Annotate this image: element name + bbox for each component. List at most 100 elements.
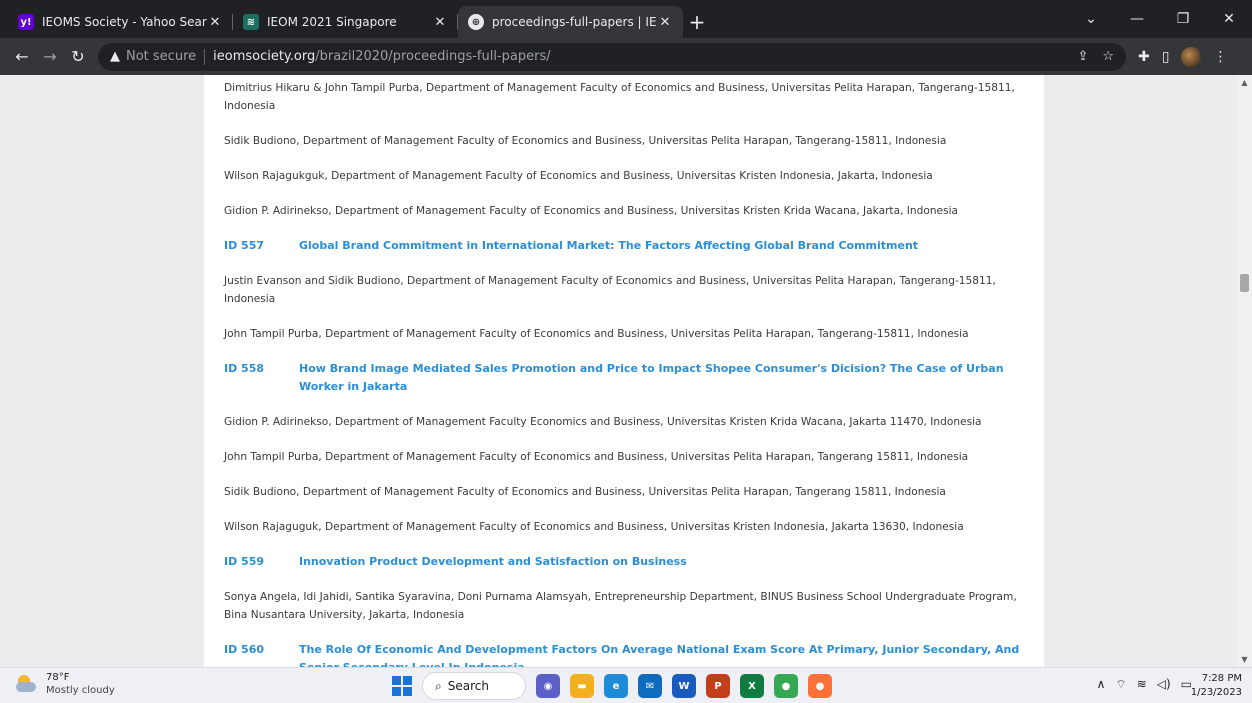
- clock-date: 1/23/2023: [1190, 687, 1242, 698]
- tab-search-icon[interactable]: ⌄: [1068, 0, 1114, 38]
- word-icon[interactable]: W: [672, 674, 696, 698]
- author-text: Dimitrius Hikaru & John Tampil Purba, De…: [224, 82, 1015, 112]
- profile-avatar[interactable]: [1181, 46, 1202, 67]
- proceedings-content: Dimitrius Hikaru & John Tampil Purba, De…: [204, 75, 1044, 667]
- author-affiliation: Wilson Rajaguguk, Department of Manageme…: [224, 518, 1044, 536]
- author-affiliation: Justin Evanson and Sidik Budiono, Depart…: [224, 272, 1044, 308]
- paper-title-link[interactable]: The Role Of Economic And Development Fac…: [299, 641, 1024, 667]
- omnibox-actions: ⇪ ☆: [1077, 49, 1114, 64]
- new-tab-button[interactable]: +: [683, 6, 711, 38]
- meet-icon[interactable]: ◉: [536, 674, 560, 698]
- author-text: John Tampil Purba, Department of Managem…: [224, 451, 969, 463]
- author-text: Sidik Budiono, Department of Management …: [224, 135, 947, 147]
- page-viewport: Dimitrius Hikaru & John Tampil Purba, De…: [0, 75, 1237, 667]
- restore-icon[interactable]: ❐: [1160, 0, 1206, 38]
- paper-id: ID 558: [224, 362, 265, 375]
- extensions-area: ✚ ▯ ⋮: [1138, 46, 1227, 67]
- clock-time: 7:28 PM: [1201, 673, 1242, 684]
- tab-title: IEOM 2021 Singapore: [267, 15, 397, 29]
- security-label[interactable]: Not secure: [126, 49, 196, 64]
- paper-entry[interactable]: ID 559 Innovation Product Development and…: [224, 553, 1044, 571]
- side-panel-icon[interactable]: ▯: [1162, 49, 1170, 65]
- kebab-menu-icon[interactable]: ⋮: [1213, 49, 1227, 65]
- author-text: Wilson Rajagukguk, Department of Managem…: [224, 170, 933, 182]
- url-path: /brazil2020/proceedings-full-papers/: [315, 49, 551, 64]
- author-text: Justin Evanson and Sidik Budiono, Depart…: [224, 275, 996, 305]
- scroll-down-arrow-icon[interactable]: ▼: [1237, 652, 1252, 667]
- reload-icon[interactable]: ↻: [64, 43, 92, 71]
- windows-start-icon[interactable]: [392, 676, 412, 696]
- divider: [204, 48, 206, 65]
- browser-toolbar: ← → ↻ ▲ Not secure ieomsociety.org /braz…: [0, 38, 1252, 75]
- close-tab-icon[interactable]: ✕: [657, 15, 673, 30]
- author-affiliation: John Tampil Purba, Department of Managem…: [224, 448, 1044, 466]
- weather-temperature: 78°F: [46, 672, 70, 683]
- author-affiliation: Wilson Rajagukguk, Department of Managem…: [224, 167, 1044, 185]
- back-arrow-icon[interactable]: ←: [8, 43, 36, 71]
- tab-title: IEOMS Society - Yahoo Search Re: [42, 15, 207, 29]
- edge-icon[interactable]: e: [604, 674, 628, 698]
- close-window-icon[interactable]: ✕: [1206, 0, 1252, 38]
- file-explorer-icon[interactable]: ▬: [570, 674, 594, 698]
- globe-icon: ⊕: [468, 14, 484, 30]
- paper-title-link[interactable]: Innovation Product Development and Satis…: [299, 553, 1024, 571]
- author-text: Wilson Rajaguguk, Department of Manageme…: [224, 521, 964, 533]
- paper-entry[interactable]: ID 558 How Brand Image Mediated Sales Pro…: [224, 360, 1044, 396]
- paper-title-link[interactable]: Global Brand Commitment in International…: [299, 237, 1024, 255]
- author-text: Gidion P. Adirinekso, Department of Mana…: [224, 416, 982, 428]
- close-tab-icon[interactable]: ✕: [207, 15, 223, 30]
- ieom-icon: ≋: [243, 14, 259, 30]
- firefox-icon[interactable]: ●: [808, 674, 832, 698]
- taskbar-search-box[interactable]: ⌕ Search: [422, 672, 526, 700]
- tab-yahoo-search[interactable]: y! IEOMS Society - Yahoo Search Re ✕: [8, 6, 233, 38]
- powerpoint-icon[interactable]: P: [706, 674, 730, 698]
- network-icon[interactable]: ⌔: [1115, 677, 1126, 692]
- weather-widget[interactable]: 78°F Mostly cloudy: [14, 671, 115, 697]
- url-host: ieomsociety.org: [213, 49, 316, 64]
- yahoo-icon: y!: [18, 14, 34, 30]
- mail-icon[interactable]: ✉: [638, 674, 662, 698]
- forward-arrow-icon[interactable]: →: [36, 43, 64, 71]
- chrome-icon[interactable]: ●: [774, 674, 798, 698]
- share-icon[interactable]: ⇪: [1077, 49, 1088, 64]
- author-affiliation: Gidion P. Adirinekso, Department of Mana…: [224, 413, 1044, 431]
- paper-id: ID 557: [224, 239, 265, 252]
- warning-triangle-icon[interactable]: ▲: [110, 49, 120, 64]
- author-text: John Tampil Purba, Department of Managem…: [224, 328, 969, 340]
- author-affiliation: Sonya Angela, Idi Jahidi, Santika Syarav…: [224, 588, 1044, 624]
- weather-condition: Mostly cloudy: [46, 685, 115, 696]
- author-affiliation: Sidik Budiono, Department of Management …: [224, 132, 1044, 150]
- author-text: Sidik Budiono, Department of Management …: [224, 486, 946, 498]
- page-scrollbar[interactable]: ▲ ▼: [1237, 75, 1252, 667]
- paper-title-link[interactable]: How Brand Image Mediated Sales Promotion…: [299, 360, 1024, 396]
- author-text: Sonya Angela, Idi Jahidi, Santika Syarav…: [224, 591, 1017, 621]
- bookmark-star-icon[interactable]: ☆: [1102, 49, 1114, 64]
- system-tray: ∧ ⌔ ≋ ◁) ▭: [1097, 677, 1192, 692]
- windows-taskbar: 78°F Mostly cloudy ⌕ Search ◉ ▬ e ✉ W P X ● ● ∧ …: [0, 667, 1252, 703]
- author-text: Gidion P. Adirinekso, Department of Mana…: [224, 205, 959, 217]
- scroll-up-arrow-icon[interactable]: ▲: [1237, 75, 1252, 90]
- wifi-icon[interactable]: ≋: [1137, 677, 1147, 692]
- paper-entry[interactable]: ID 557 Global Brand Commitment in Interna…: [224, 237, 1044, 255]
- paper-id: ID 559: [224, 555, 265, 568]
- extensions-puzzle-icon[interactable]: ✚: [1138, 49, 1150, 65]
- partly-cloudy-icon: [14, 674, 38, 694]
- window-controls: ⌄ — ❐ ✕: [1068, 0, 1252, 38]
- author-affiliation: Gidion P. Adirinekso, Department of Mana…: [224, 202, 1044, 220]
- tab-ieom-2021[interactable]: ≋ IEOM 2021 Singapore ✕: [233, 6, 458, 38]
- tab-strip: y! IEOMS Society - Yahoo Search Re ✕ ≋ I…: [0, 0, 1252, 38]
- scrollbar-thumb[interactable]: [1240, 274, 1249, 292]
- excel-icon[interactable]: X: [740, 674, 764, 698]
- author-affiliation: John Tampil Purba, Department of Managem…: [224, 325, 1044, 343]
- chevron-up-icon[interactable]: ∧: [1097, 677, 1106, 692]
- author-affiliation: Sidik Budiono, Department of Management …: [224, 483, 1044, 501]
- volume-icon[interactable]: ◁): [1157, 677, 1171, 692]
- taskbar-clock[interactable]: 7:28 PM 1/23/2023: [1191, 672, 1242, 700]
- address-bar[interactable]: ▲ Not secure ieomsociety.org /brazil2020…: [98, 42, 1126, 71]
- tab-title: proceedings-full-papers | IEOM E: [492, 15, 657, 29]
- search-icon: ⌕: [435, 678, 442, 693]
- close-tab-icon[interactable]: ✕: [432, 15, 448, 30]
- minimize-icon[interactable]: —: [1114, 0, 1160, 38]
- paper-entry[interactable]: ID 560 The Role Of Economic And Developme…: [224, 641, 1044, 667]
- tab-proceedings-full-papers[interactable]: ⊕ proceedings-full-papers | IEOM E ✕: [458, 6, 683, 38]
